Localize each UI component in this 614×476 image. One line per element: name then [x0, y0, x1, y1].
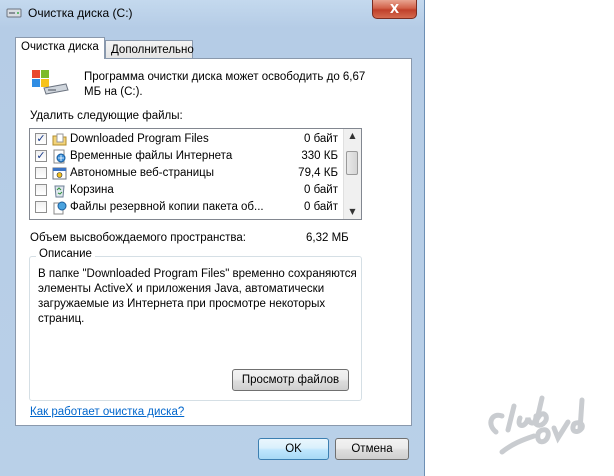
item-name: Downloaded Program Files [70, 133, 209, 145]
checkbox[interactable]: ✓ [35, 133, 47, 145]
checkbox[interactable]: ✓ [35, 150, 47, 162]
how-disk-cleanup-works-link[interactable]: Как работает очистка диска? [30, 406, 184, 418]
disk-drive-icon [6, 8, 22, 18]
ok-button[interactable]: OK [258, 438, 329, 460]
view-files-button[interactable]: Просмотр файлов [232, 369, 349, 391]
club-sovet-watermark-logo [488, 395, 585, 455]
cancel-button[interactable]: Отмена [335, 438, 409, 460]
list-item[interactable]: Файлы резервной копии пакета об... 0 бай… [30, 199, 344, 216]
item-size: 0 байт [303, 184, 338, 196]
item-size: 0 байт [303, 201, 338, 213]
tab-disk-cleanup[interactable]: Очистка диска [15, 37, 105, 59]
tab-advanced-label: Дополнительно [111, 44, 194, 56]
disk-cleanup-icon [32, 70, 69, 95]
freed-space-value: 6,32 МБ [306, 232, 349, 244]
files-to-delete-list[interactable]: ✓ Downloaded Program Files 0 байт ✓ Врем… [29, 128, 362, 220]
recycle-bin-icon [54, 185, 65, 198]
item-name: Автономные веб-страницы [70, 167, 215, 179]
checkbox[interactable] [35, 184, 47, 196]
list-item[interactable]: Корзина 0 байт [30, 182, 344, 199]
title-bar[interactable]: Очистка диска (C:) X [0, 0, 425, 28]
list-scrollbar[interactable]: ▲ ▼ [343, 129, 361, 219]
checkbox[interactable] [35, 167, 47, 179]
tab-disk-cleanup-label: Очистка диска [21, 41, 99, 53]
close-button[interactable]: X [372, 0, 417, 19]
close-icon: X [389, 2, 400, 16]
item-size: 79,4 КБ [298, 167, 338, 179]
list-item[interactable]: ✓ Временные файлы Интернета 330 КБ [30, 148, 344, 165]
folder-icon [52, 133, 67, 146]
description-text: В папке "Downloaded Program Files" време… [38, 268, 357, 325]
item-name: Корзина [70, 184, 114, 196]
scroll-up-icon[interactable]: ▲ [344, 129, 361, 143]
description-title: Описание [36, 248, 95, 260]
list-item[interactable]: ✓ Downloaded Program Files 0 байт [30, 131, 344, 148]
scrollbar-thumb[interactable] [346, 151, 358, 175]
internet-file-icon [53, 149, 66, 164]
item-size: 330 КБ [301, 150, 338, 162]
item-size: 0 байт [303, 133, 338, 145]
checkbox[interactable] [35, 201, 47, 213]
freed-space-label: Объем высвобождаемого пространства: [30, 232, 246, 244]
intro-text: Программа очистки диска может освободить… [84, 71, 366, 98]
backup-files-icon [53, 201, 67, 215]
offline-page-icon [52, 167, 67, 180]
window-title: Очистка диска (C:) [28, 6, 133, 20]
tab-advanced[interactable]: Дополнительно [105, 40, 194, 60]
item-name: Временные файлы Интернета [70, 150, 233, 162]
item-name: Файлы резервной копии пакета об... [70, 201, 264, 213]
list-item[interactable]: Автономные веб-страницы 79,4 КБ [30, 165, 344, 182]
scroll-down-icon[interactable]: ▼ [344, 205, 361, 219]
files-list-label: Удалить следующие файлы: [30, 110, 183, 122]
